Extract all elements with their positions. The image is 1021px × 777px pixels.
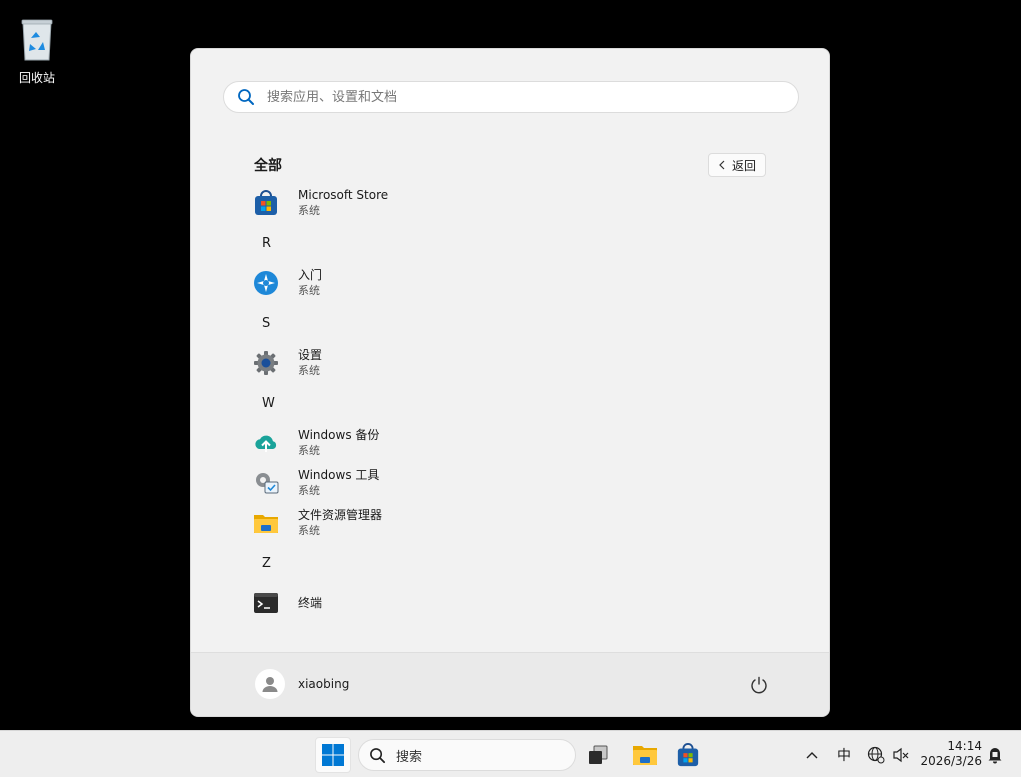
taskbar-file-explorer-button[interactable] <box>627 737 663 773</box>
user-avatar-icon <box>262 677 278 692</box>
app-category: 系统 <box>298 284 320 297</box>
app-name: 文件资源管理器 <box>298 508 383 522</box>
speaker-muted-icon <box>893 747 909 763</box>
app-item-get-started[interactable]: 入门 系统 <box>247 263 787 303</box>
search-icon <box>238 89 254 105</box>
letter-header-s[interactable]: S <box>247 303 787 343</box>
terminal-icon <box>253 590 279 616</box>
globe-icon <box>867 746 885 764</box>
task-view-icon <box>589 745 608 764</box>
start-menu: 全部 返回 Microsoft Store 系统 <box>190 48 830 717</box>
taskbar-store-button[interactable] <box>670 737 706 773</box>
microsoft-store-icon <box>677 743 699 767</box>
settings-gear-icon <box>253 350 279 376</box>
back-button-label: 返回 <box>731 158 756 173</box>
app-name: 终端 <box>298 596 323 610</box>
microsoft-store-icon <box>253 190 279 216</box>
volume-button[interactable] <box>889 739 913 771</box>
taskbar-search-box[interactable]: 搜索 <box>358 739 576 771</box>
user-name: xiaobing <box>298 677 350 691</box>
app-name: Microsoft Store <box>298 188 389 202</box>
user-account-button[interactable]: xiaobing <box>255 669 349 699</box>
get-started-icon <box>253 270 279 296</box>
letter-header-z[interactable]: Z <box>247 543 787 583</box>
clock-time: 14:14 <box>947 739 982 753</box>
app-category: 系统 <box>298 204 320 217</box>
taskbar-search-label: 搜索 <box>396 749 423 765</box>
show-hidden-icons-button[interactable] <box>800 739 824 771</box>
app-item-file-explorer[interactable]: 文件资源管理器 系统 <box>247 503 787 543</box>
ime-indicator[interactable]: 中 <box>832 739 856 771</box>
app-category: 系统 <box>298 484 320 497</box>
letter-header-w[interactable]: W <box>247 383 787 423</box>
search-icon <box>370 747 386 763</box>
app-name: 入门 <box>298 268 323 282</box>
clock-date: 2026/3/26 <box>920 754 982 768</box>
app-name: Windows 工具 <box>298 468 380 482</box>
all-apps-list: Microsoft Store 系统 R 入门 系统 S 设置 系统 W Win… <box>247 183 787 623</box>
notification-bell-icon <box>988 748 1002 764</box>
task-view-button[interactable] <box>580 737 616 773</box>
app-item-terminal[interactable]: 终端 <box>247 583 787 623</box>
app-category: 系统 <box>298 524 320 537</box>
power-button[interactable] <box>749 675 769 695</box>
taskbar: 搜索 中 14:14 2026/3/26 <box>0 730 1021 777</box>
file-explorer-icon <box>633 746 657 765</box>
avatar <box>255 669 285 699</box>
all-apps-heading: 全部 <box>254 158 282 174</box>
letter-header-r[interactable]: R <box>247 223 787 263</box>
chevron-left-icon <box>719 160 725 170</box>
app-item-microsoft-store[interactable]: Microsoft Store 系统 <box>247 183 787 223</box>
app-item-settings[interactable]: 设置 系统 <box>247 343 787 383</box>
app-category: 系统 <box>298 444 320 457</box>
app-category: 系统 <box>298 364 320 377</box>
recycle-bin-desktop-icon[interactable]: 回收站 <box>10 18 64 86</box>
file-explorer-icon <box>253 510 279 536</box>
app-name: Windows 备份 <box>298 428 380 442</box>
recycle-bin-icon <box>21 19 53 61</box>
start-footer: xiaobing <box>191 652 829 716</box>
windows-tools-icon <box>253 470 279 496</box>
app-item-windows-backup[interactable]: Windows 备份 系统 <box>247 423 787 463</box>
recycle-bin-label: 回收站 <box>18 71 55 85</box>
app-name: 设置 <box>298 348 323 362</box>
app-item-windows-tools[interactable]: Windows 工具 系统 <box>247 463 787 503</box>
network-status-button[interactable] <box>864 739 888 771</box>
notification-center-button[interactable] <box>984 739 1006 771</box>
chevron-up-icon <box>806 752 818 759</box>
start-search-input[interactable] <box>265 88 749 106</box>
clock[interactable]: 14:14 2026/3/26 <box>918 739 982 769</box>
windows-logo-icon <box>322 744 344 766</box>
start-button[interactable] <box>315 737 351 773</box>
start-search-box[interactable] <box>223 81 799 113</box>
back-button[interactable]: 返回 <box>708 153 766 177</box>
windows-backup-icon <box>253 430 279 456</box>
